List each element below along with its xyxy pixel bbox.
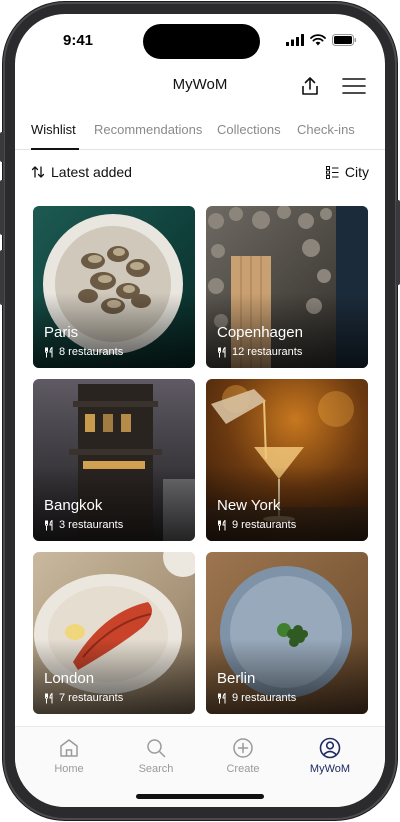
fork-knife-icon [218,346,226,357]
card-count-text: 12 restaurants [232,346,303,358]
mute-switch [0,132,4,162]
sort-arrows-icon [31,166,45,178]
fork-knife-icon [45,692,53,703]
power-button [396,200,400,285]
hamburger-icon [342,78,366,94]
tabbar-label: MyWoM [309,763,351,775]
card-restaurant-count: 12 restaurants [217,346,302,358]
tab-check-ins[interactable]: Check-ins [297,122,355,137]
fork-knife-icon [218,519,226,530]
fork-knife-icon [45,519,53,530]
card-restaurant-count: 9 restaurants [217,692,296,704]
tab-wishlist[interactable]: Wishlist [31,122,76,137]
tab-recommendations[interactable]: Recommendations [94,122,202,137]
fork-knife-icon [218,692,226,703]
fork-knife-icon [45,346,53,357]
card-city-name: New York [217,497,281,514]
share-button[interactable] [296,72,324,100]
tabbar-label: Home [54,763,84,775]
group-by-button[interactable]: City [325,164,369,180]
card-restaurant-count: 9 restaurants [217,519,296,531]
card-city-name: London [44,670,95,687]
sort-label: Latest added [51,164,132,180]
home-icon [60,739,78,757]
card-count-text: 3 restaurants [59,519,124,531]
menu-button[interactable] [340,72,368,100]
dynamic-island [143,24,260,59]
status-time: 9:41 [63,32,94,49]
city-card-london[interactable]: London 7 restaurants [33,552,195,714]
list-filter-icon [325,165,339,179]
category-tabs: Wishlist Recommendations Collections Che… [15,120,385,150]
signal-icon [286,34,304,46]
page-title: MyWoM [172,76,228,93]
card-restaurant-count: 8 restaurants [44,346,123,358]
screen: 9:41 MyWoM Wishlist Recommendations Coll… [15,14,385,807]
tabbar-label: Search [138,763,174,775]
card-count-text: 9 restaurants [232,692,297,704]
search-icon [147,739,166,758]
city-card-copenhagen[interactable]: Copenhagen 12 restaurants [206,206,368,368]
card-restaurant-count: 7 restaurants [44,692,123,704]
card-restaurant-count: 3 restaurants [44,519,123,531]
active-tab-indicator [31,148,79,150]
card-city-name: Paris [44,324,79,341]
card-city-name: Bangkok [44,497,103,514]
group-label: City [344,164,369,180]
card-city-name: Berlin [217,670,256,687]
volume-down-button [0,250,4,305]
tabbar-home[interactable]: Home [34,737,104,775]
battery-icon [332,34,357,46]
home-indicator[interactable] [136,794,264,799]
city-card-bangkok[interactable]: Bangkok 3 restaurants [33,379,195,541]
tabbar-mywom[interactable]: MyWoM [295,737,365,775]
wifi-icon [310,34,326,46]
city-card-new-york[interactable]: New York 9 restaurants [206,379,368,541]
sort-button[interactable]: Latest added [31,164,132,180]
card-city-name: Copenhagen [217,324,303,341]
city-card-paris[interactable]: Paris 8 restaurants [33,206,195,368]
card-count-text: 7 restaurants [59,692,124,704]
tabbar-search[interactable]: Search [121,737,191,775]
plus-circle-icon [233,738,253,758]
card-count-text: 8 restaurants [59,346,124,358]
tabbar-label: Create [226,763,260,775]
card-count-text: 9 restaurants [232,519,297,531]
tabbar-create[interactable]: Create [208,737,278,775]
share-icon [302,77,318,95]
tab-collections[interactable]: Collections [217,122,281,137]
profile-icon [319,737,341,759]
status-icons [286,34,357,46]
volume-up-button [0,180,4,235]
city-card-berlin[interactable]: Berlin 9 restaurants [206,552,368,714]
